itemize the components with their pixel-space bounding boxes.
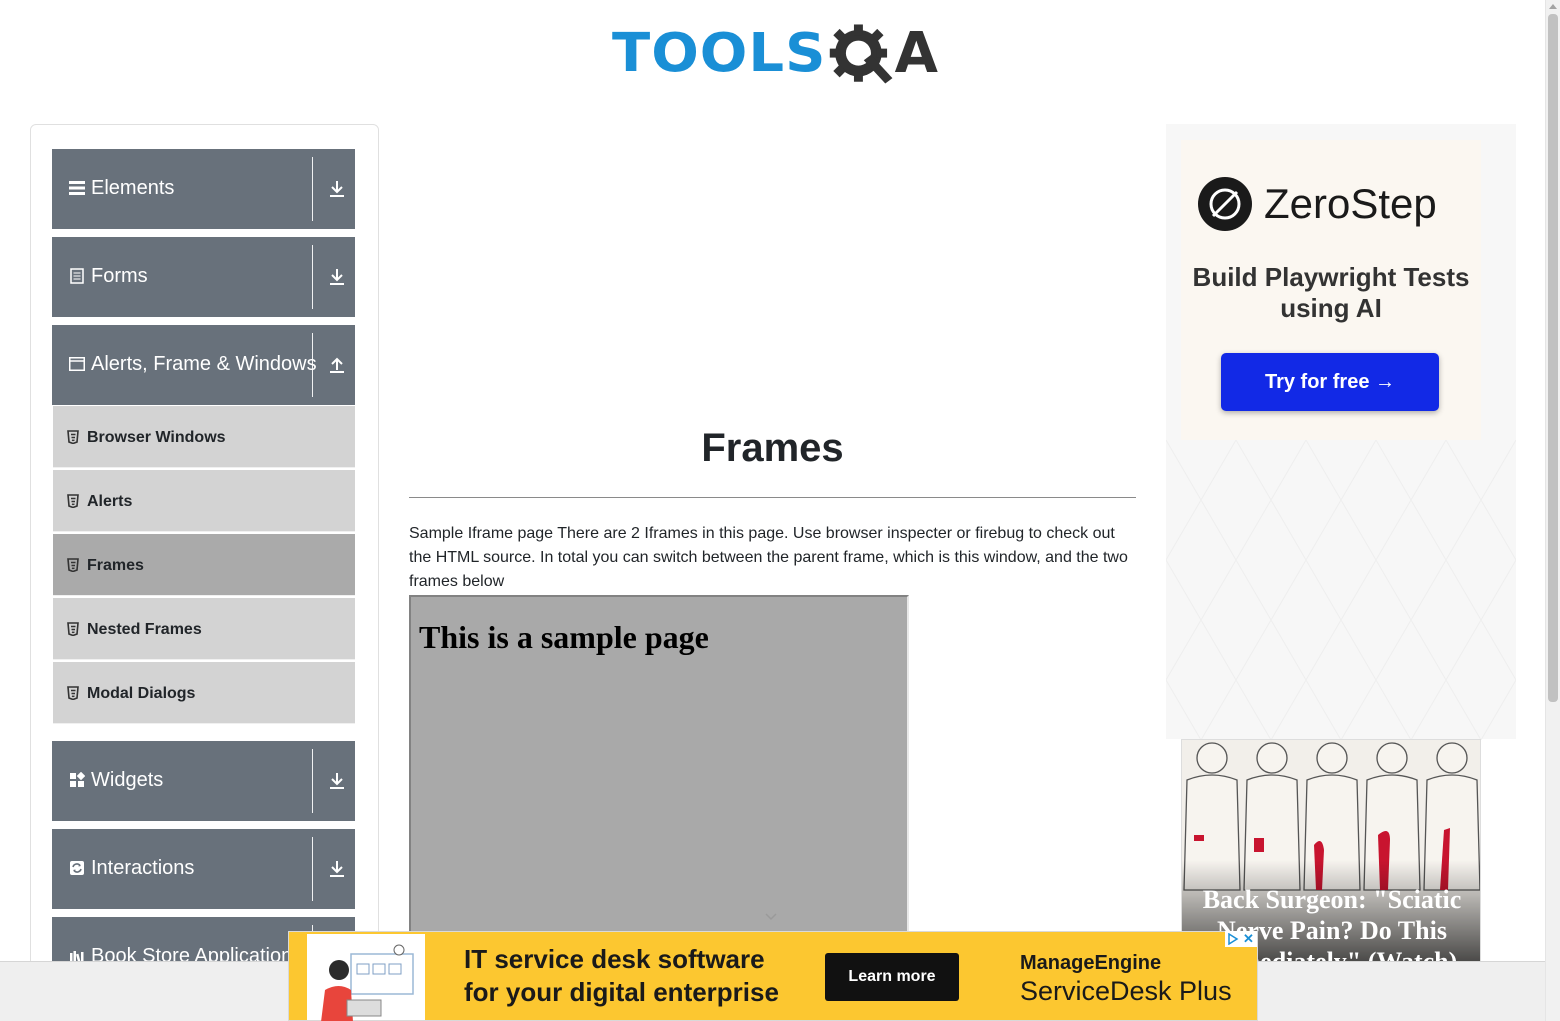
sidebar-group-alerts-frame-windows[interactable]: Alerts, Frame & Windows: [52, 325, 355, 405]
sidebar-item-modal-dialogs[interactable]: Modal Dialogs: [53, 662, 355, 724]
sample-iframe-1[interactable]: This is a sample page: [409, 595, 909, 940]
scroll-up-arrow-icon[interactable]: [1549, 4, 1557, 9]
sidebar-group-interactions[interactable]: Interactions: [52, 829, 355, 909]
sidebar-item-browser-windows[interactable]: Browser Windows: [53, 406, 355, 468]
upload-arrow-icon[interactable]: [328, 355, 346, 375]
frames-description: Sample Iframe page There are 2 Iframes i…: [409, 525, 1128, 590]
sidebar-group-label: Widgets: [91, 769, 164, 791]
download-arrow-icon[interactable]: [328, 179, 346, 199]
try-for-free-button[interactable]: Try for free →: [1221, 353, 1439, 411]
hamburger-icon: [69, 181, 85, 195]
scrollbar-thumb[interactable]: [1548, 14, 1558, 702]
chevron-down-icon: [765, 913, 777, 921]
divider: [312, 333, 313, 397]
html5-icon: [67, 622, 79, 636]
divider: [312, 245, 313, 309]
sidebar-item-alerts[interactable]: Alerts: [53, 470, 355, 532]
sidebar-group-label: Forms: [91, 265, 148, 287]
widgets-icon: [70, 772, 85, 787]
page-title: Frames: [701, 426, 844, 470]
sidebar-item-label: Modal Dialogs: [87, 685, 196, 702]
sidebar-group-elements[interactable]: Elements: [52, 149, 355, 229]
interactions-icon: [70, 861, 84, 875]
document-icon: [70, 268, 84, 284]
window-icon: [69, 357, 85, 371]
html5-icon: [67, 430, 79, 444]
divider: [312, 749, 313, 813]
sidebar-group-label: Elements: [91, 177, 175, 199]
sidebar-item-nested-frames[interactable]: Nested Frames: [53, 598, 355, 660]
iframe-heading: This is a sample page: [419, 619, 709, 655]
close-icon[interactable]: ✕: [1243, 932, 1254, 946]
download-arrow-icon[interactable]: [328, 771, 346, 791]
sidebar-item-label: Nested Frames: [87, 621, 202, 638]
bottom-ad-headline: IT service desk software for your digita…: [464, 944, 779, 1007]
sidebar-group-forms[interactable]: Forms: [52, 237, 355, 317]
service-desk-illustration: [307, 934, 425, 1021]
zerostep-brand: ZeroStep: [1264, 180, 1437, 227]
adchoices-icon: [1228, 933, 1239, 945]
manageengine-brand: ManageEngine: [1020, 952, 1162, 974]
toolsqa-logo[interactable]: TOOLS A: [612, 14, 938, 94]
download-arrow-icon[interactable]: [328, 267, 346, 287]
gear-q-icon: [830, 24, 893, 84]
learn-more-button[interactable]: Learn more: [825, 953, 959, 1001]
html5-icon: [67, 686, 79, 700]
title-divider: [409, 497, 1136, 498]
logo-text-tools: TOOLS: [612, 22, 827, 85]
servicedesk-product: ServiceDesk Plus: [1020, 976, 1232, 1006]
bottom-banner-ad[interactable]: IT service desk software for your digita…: [288, 931, 1258, 1021]
sidebar-item-label: Frames: [87, 557, 144, 574]
sidebar-item-frames[interactable]: Frames: [53, 534, 355, 596]
zerostep-logo-icon: [1198, 177, 1252, 231]
page: TOOLS A Elements Forms Alerts, Frame & W…: [0, 0, 1560, 1021]
sidebar: Elements Forms Alerts, Frame & Windows B…: [30, 124, 379, 1021]
adchoices-badge[interactable]: ✕: [1225, 931, 1257, 947]
html5-icon: [67, 494, 79, 508]
sidebar-group-label: Alerts, Frame & Windows: [91, 353, 317, 375]
logo-text-a: A: [894, 21, 938, 86]
html5-icon: [67, 558, 79, 572]
zerostep-tagline: Build Playwright Tests using AI: [1192, 262, 1470, 323]
zerostep-mark-icon: [1209, 188, 1241, 220]
zerostep-ad[interactable]: ZeroStep Build Playwright Tests using AI…: [1181, 140, 1481, 440]
sidebar-item-label: Alerts: [87, 493, 133, 510]
sidebar-group-label: Interactions: [91, 857, 195, 879]
sidebar-group-widgets[interactable]: Widgets: [52, 741, 355, 821]
ad-background-pattern: [1166, 440, 1516, 740]
sidebar-item-label: Browser Windows: [87, 429, 226, 446]
divider: [312, 837, 313, 901]
divider: [312, 157, 313, 221]
download-arrow-icon[interactable]: [328, 859, 346, 879]
vertical-scrollbar[interactable]: [1545, 0, 1560, 1021]
